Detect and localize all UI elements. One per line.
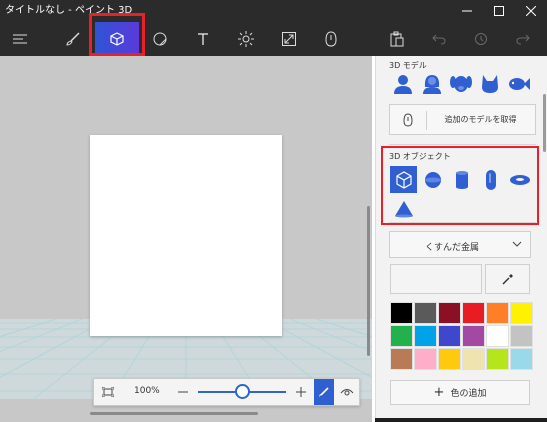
add-color-label: 色の追加 <box>450 389 487 399</box>
add-color-button[interactable]: + 色の追加 <box>390 380 530 405</box>
color-swatch[interactable] <box>486 302 509 324</box>
chevron-down-icon <box>512 241 522 247</box>
fish-icon <box>509 78 530 90</box>
menu-button[interactable] <box>2 22 38 56</box>
color-swatch[interactable] <box>390 325 413 347</box>
sun-icon <box>238 31 254 47</box>
model-man[interactable] <box>390 71 416 97</box>
color-swatch[interactable] <box>390 302 413 324</box>
zoom-out-icon <box>178 391 188 393</box>
pen-mode-button[interactable] <box>314 379 334 405</box>
eyedropper-icon <box>501 274 513 285</box>
color-swatch[interactable] <box>390 348 413 370</box>
panel-scrollbar[interactable] <box>543 94 546 152</box>
material-dropdown[interactable]: くすんだ金属 <box>389 231 531 258</box>
eyedropper-button[interactable] <box>485 264 530 294</box>
color-swatch[interactable] <box>486 348 509 370</box>
library-icon <box>403 113 413 127</box>
minimize-button[interactable] <box>451 0 483 22</box>
toolbar-highlight-box <box>89 13 145 56</box>
redo-button[interactable] <box>505 22 541 56</box>
zoom-bar: 100% <box>93 378 360 406</box>
brushes-tool[interactable] <box>55 22 91 56</box>
cat-icon <box>482 75 498 93</box>
paste-icon <box>390 31 404 47</box>
2d-shapes-tool[interactable] <box>142 22 178 56</box>
close-icon <box>526 6 536 16</box>
canvas-area[interactable]: 100% <box>0 56 372 422</box>
model-woman[interactable] <box>419 71 445 97</box>
color-swatch[interactable] <box>462 302 485 324</box>
undo-icon <box>432 34 446 45</box>
plus-icon: + <box>433 385 445 400</box>
get-more-models-label: 追加のモデルを取得 <box>444 115 517 124</box>
dog-icon <box>450 76 472 92</box>
hamburger-menu-icon <box>13 34 27 44</box>
color-swatch[interactable] <box>462 325 485 347</box>
pen-icon <box>319 387 329 397</box>
maximize-button[interactable] <box>483 0 515 22</box>
model-cat[interactable] <box>477 71 503 97</box>
3d-library-tool[interactable] <box>313 22 349 56</box>
close-button[interactable] <box>515 0 547 22</box>
zoom-in-button[interactable] <box>292 379 310 405</box>
text-icon <box>198 33 208 45</box>
history-icon <box>475 33 487 45</box>
color-swatch[interactable] <box>462 348 485 370</box>
objects-highlight-box <box>381 146 539 225</box>
history-button[interactable] <box>463 22 499 56</box>
zoom-in-icon <box>296 387 306 397</box>
canvas-resize-icon <box>282 32 296 46</box>
vertical-scrollbar[interactable] <box>367 206 370 356</box>
text-tool[interactable] <box>185 22 221 56</box>
library-icon <box>325 31 337 47</box>
drawing-canvas[interactable] <box>90 135 282 336</box>
model-dog[interactable] <box>448 71 474 97</box>
get-more-models-button[interactable]: 追加のモデルを取得 <box>389 104 536 135</box>
divider <box>389 144 536 145</box>
zoom-out-button[interactable] <box>174 379 192 405</box>
horizontal-scrollbar[interactable] <box>90 412 258 415</box>
color-swatch[interactable] <box>438 348 461 370</box>
paint3d-window: タイトルなし - ペイント 3D 100% 3D モデル 追加のモデルを取得 3… <box>0 0 547 422</box>
brush-icon <box>66 32 80 46</box>
color-swatch[interactable] <box>414 348 437 370</box>
maximize-icon <box>494 6 504 16</box>
title-bar: タイトルなし - ペイント 3D <box>0 0 547 22</box>
sticker-icon <box>153 32 167 46</box>
color-palette <box>390 302 534 372</box>
toolbar <box>0 22 547 56</box>
zoom-slider-thumb[interactable] <box>235 384 250 399</box>
color-swatch[interactable] <box>510 325 533 347</box>
color-swatch[interactable] <box>414 325 437 347</box>
paste-button[interactable] <box>379 22 415 56</box>
material-label: くすんだ金属 <box>424 243 479 253</box>
color-swatch[interactable] <box>486 325 509 347</box>
fit-screen-icon <box>102 387 114 397</box>
color-swatch[interactable] <box>510 348 533 370</box>
fit-screen-button[interactable] <box>98 379 118 405</box>
color-swatch[interactable] <box>438 302 461 324</box>
man-icon <box>394 75 412 94</box>
woman-icon <box>423 75 441 94</box>
zoom-percent: 100% <box>134 386 160 396</box>
model-fish[interactable] <box>506 71 532 97</box>
view-icon <box>340 389 354 396</box>
taskbar-strip <box>375 418 547 422</box>
effects-tool[interactable] <box>228 22 264 56</box>
current-color-preview[interactable] <box>390 264 482 294</box>
canvas-tool[interactable] <box>271 22 307 56</box>
redo-icon <box>516 34 530 45</box>
minimize-icon <box>462 10 472 12</box>
color-swatch[interactable] <box>438 325 461 347</box>
3d-shapes-panel: 3D モデル 追加のモデルを取得 3D オブジェクト くすんだ金属 + 色の追加 <box>375 56 547 422</box>
color-swatch[interactable] <box>414 302 437 324</box>
color-swatch[interactable] <box>510 302 533 324</box>
3d-models-title: 3D モデル <box>389 61 427 70</box>
undo-button[interactable] <box>421 22 457 56</box>
view-mode-button[interactable] <box>336 379 358 405</box>
